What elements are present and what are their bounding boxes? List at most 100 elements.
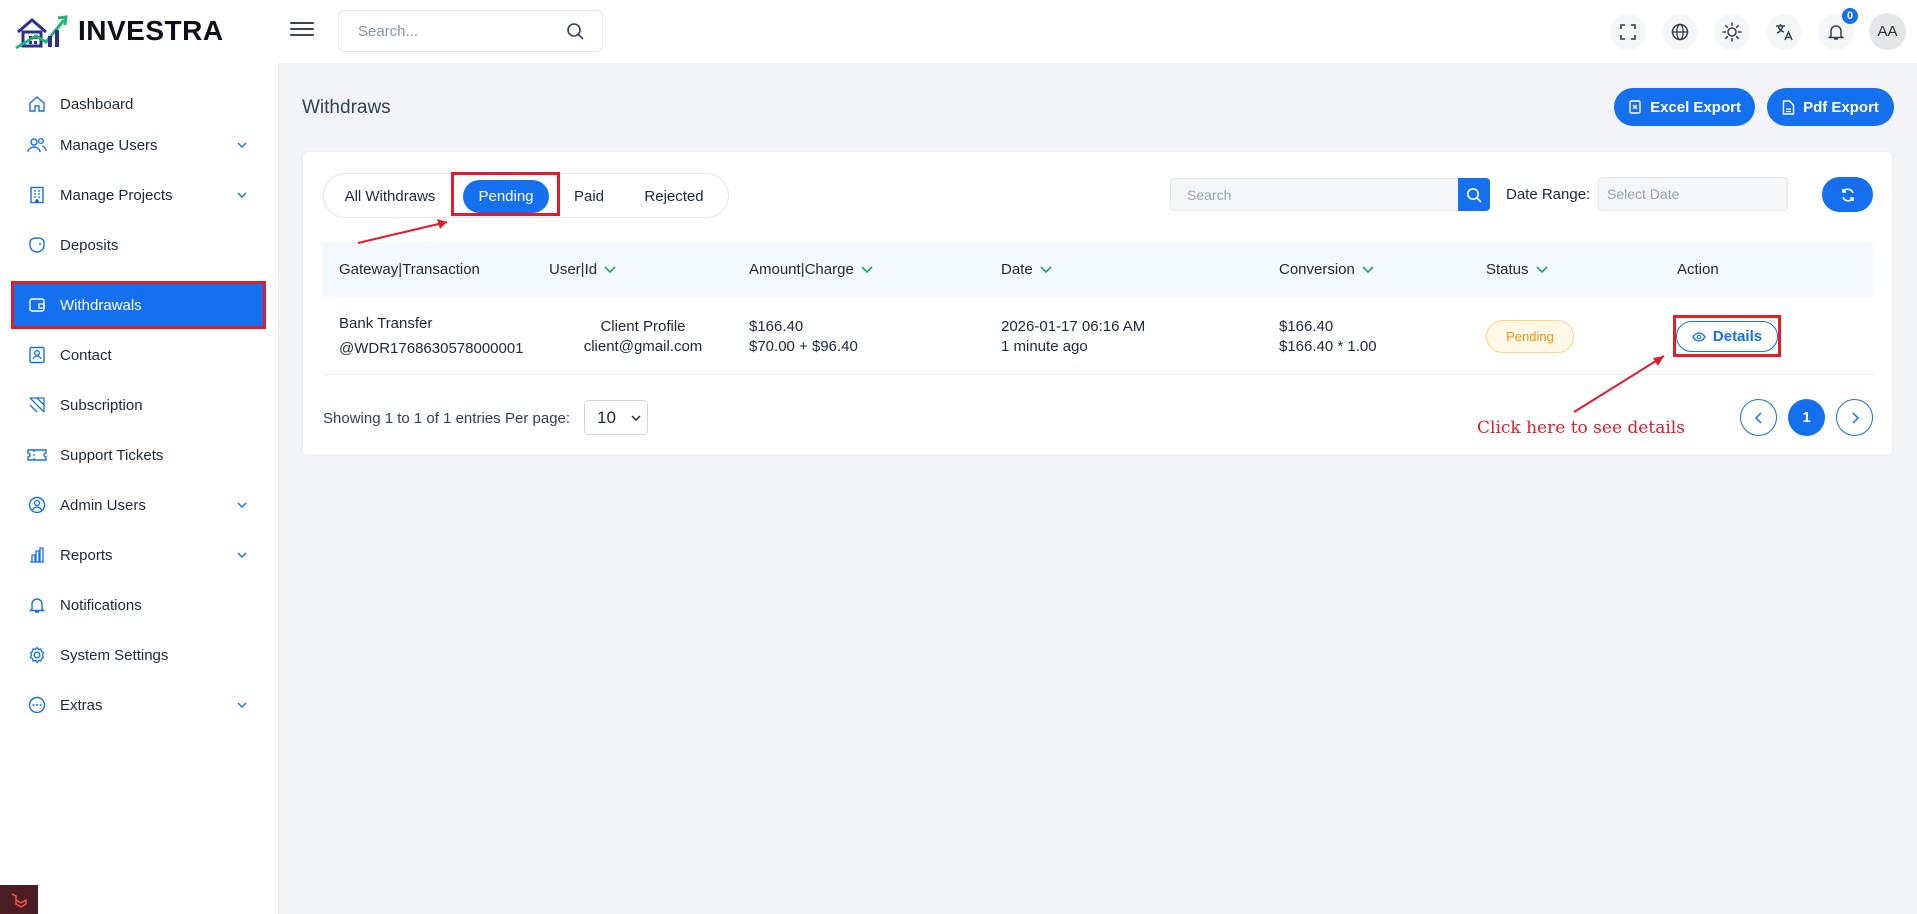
admin-icon [27, 495, 47, 515]
fullscreen-icon [1620, 24, 1636, 40]
date-range-label: Date Range: [1506, 186, 1591, 203]
sidebar-item-label: Support Tickets [60, 446, 164, 464]
next-page-button[interactable] [1836, 399, 1873, 436]
status-badge: Pending [1486, 320, 1574, 353]
chevron-down-icon [237, 702, 247, 708]
logo-mark-icon [15, 15, 68, 50]
column-gateway-transaction[interactable]: Gateway|Transaction [339, 261, 480, 278]
cell-amount-charge: $70.00 + $96.40 [749, 338, 858, 355]
chevron-down-icon [631, 415, 641, 422]
translate-icon [1776, 24, 1793, 41]
logo[interactable]: INVESTRA [14, 12, 224, 50]
page-title: Withdraws [302, 97, 391, 118]
status-tabs: All Withdraws Pending Paid Rejected [323, 173, 729, 218]
gear-icon [27, 645, 47, 665]
fullscreen-button[interactable] [1610, 14, 1646, 50]
sidebar-item-dashboard[interactable]: Dashboard [14, 83, 263, 125]
withdraw-icon [27, 295, 47, 315]
menu-toggle-button[interactable] [290, 18, 314, 40]
globe-icon [1671, 23, 1689, 41]
sidebar-item-support-tickets[interactable]: Support Tickets [14, 434, 263, 476]
sidebar-item-label: Admin Users [60, 496, 146, 514]
pdf-icon [1782, 99, 1795, 115]
brand-name: INVESTRA [78, 15, 224, 46]
column-action: Action [1677, 261, 1719, 278]
cell-conversion: $166.40 [1279, 318, 1334, 335]
notifications-button[interactable]: 0 [1818, 8, 1858, 50]
per-page-label: Per page: [505, 410, 571, 427]
cell-user: Client Profile [600, 318, 686, 335]
entries-summary: Showing 1 to 1 of 1 entries [323, 410, 501, 427]
language-button[interactable] [1662, 14, 1698, 50]
sort-chevron-icon [1362, 265, 1374, 273]
bell-icon [27, 595, 47, 615]
table-search-input[interactable] [1170, 178, 1458, 211]
prev-page-button[interactable] [1740, 399, 1777, 436]
table-search-button[interactable] [1458, 178, 1490, 211]
sidebar-item-extras[interactable]: Extras [14, 684, 263, 726]
sort-chevron-icon [1040, 265, 1052, 273]
translate-button[interactable] [1766, 14, 1802, 50]
global-search [338, 10, 603, 52]
annotation-arrows [357, 219, 1665, 413]
column-conversion[interactable]: Conversion [1279, 261, 1375, 278]
pdf-export-button[interactable]: Pdf Export [1767, 88, 1894, 126]
details-button[interactable]: Details [1676, 321, 1778, 352]
hamburger-icon [290, 22, 314, 24]
sidebar-item-contact[interactable]: Contact [14, 334, 263, 376]
refresh-button[interactable] [1822, 177, 1873, 212]
global-search-input[interactable] [358, 22, 566, 40]
table-row: Bank Transfer @WDR1768630578000001 Clien… [323, 297, 1873, 375]
excel-export-button[interactable]: Excel Export [1614, 88, 1755, 126]
refresh-icon [1841, 187, 1854, 202]
tab-all-withdraws[interactable]: All Withdraws [338, 180, 442, 213]
cell-date: 2026-01-17 06:16 AM [1001, 318, 1146, 335]
reports-icon [27, 545, 47, 565]
cell-transaction: @WDR1768630578000001 [339, 340, 524, 357]
laravel-icon [11, 892, 27, 908]
tab-pending[interactable]: Pending [463, 180, 549, 213]
chevron-down-icon [237, 142, 247, 148]
sidebar-item-withdrawals[interactable]: Withdrawals [11, 281, 266, 329]
cell-conversion-detail: $166.40 * 1.00 [1279, 338, 1377, 355]
theme-toggle-button[interactable] [1714, 14, 1750, 50]
pdf-export-label: Pdf Export [1803, 98, 1879, 116]
tab-rejected[interactable]: Rejected [634, 180, 714, 213]
date-range-input[interactable] [1598, 177, 1788, 211]
sidebar-item-subscription[interactable]: Subscription [14, 384, 263, 426]
chevron-down-icon [237, 192, 247, 198]
framework-badge[interactable] [0, 885, 38, 914]
sidebar-item-label: Notifications [60, 596, 142, 614]
eye-icon [1692, 331, 1706, 342]
avatar[interactable]: AA [1869, 13, 1906, 50]
details-label: Details [1712, 328, 1763, 345]
sidebar-item-label: Dashboard [60, 95, 134, 113]
sidebar-item-admin-users[interactable]: Admin Users [14, 484, 263, 526]
sidebar-item-reports[interactable]: Reports [14, 534, 263, 576]
per-page-value: 10 [597, 407, 616, 427]
subscription-icon [27, 395, 47, 415]
sidebar-item-deposits[interactable]: Deposits [14, 224, 263, 266]
page-1-button[interactable]: 1 [1788, 399, 1825, 436]
column-amount-charge[interactable]: Amount|Charge [749, 261, 874, 278]
sidebar: Dashboard Manage Users Manage Projects D… [0, 63, 279, 914]
column-status[interactable]: Status [1486, 261, 1549, 278]
search-icon [1467, 187, 1482, 202]
home-icon [27, 94, 47, 114]
cell-amount: $166.40 [749, 318, 804, 335]
column-user-id[interactable]: User|Id [549, 261, 617, 278]
sidebar-item-manage-users[interactable]: Manage Users [14, 124, 263, 166]
chevron-down-icon [237, 552, 247, 558]
search-icon[interactable] [566, 22, 584, 40]
sidebar-item-system-settings[interactable]: System Settings [14, 634, 263, 676]
sidebar-item-manage-projects[interactable]: Manage Projects [14, 174, 263, 216]
annotation-text: Click here to see details [1477, 418, 1685, 438]
sidebar-item-label: Reports [60, 546, 113, 564]
sidebar-item-notifications[interactable]: Notifications [14, 584, 263, 626]
per-page-select[interactable]: 10 [584, 400, 648, 435]
column-date[interactable]: Date [1001, 261, 1053, 278]
sidebar-item-label: Deposits [60, 236, 119, 254]
building-icon [27, 185, 47, 205]
sort-chevron-icon [604, 265, 616, 273]
tab-paid[interactable]: Paid [562, 180, 616, 213]
